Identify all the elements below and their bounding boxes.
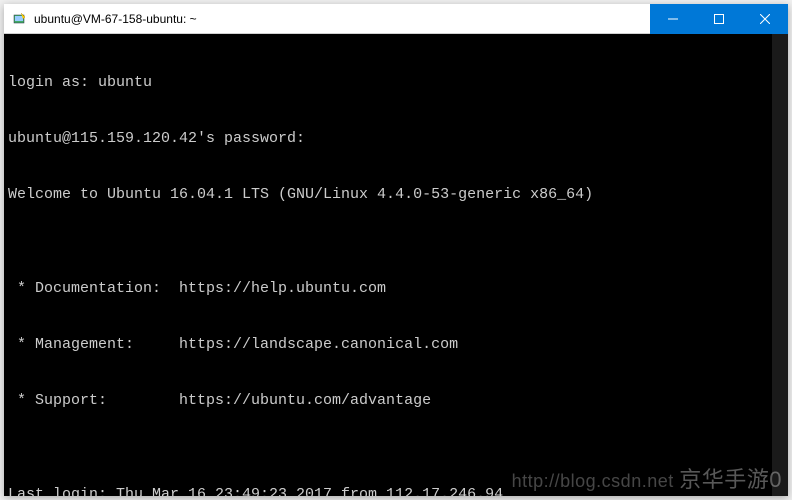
- titlebar[interactable]: ubuntu@VM-67-158-ubuntu: ~: [4, 4, 788, 34]
- close-button[interactable]: [742, 4, 788, 34]
- terminal-line: Welcome to Ubuntu 16.04.1 LTS (GNU/Linux…: [8, 186, 784, 205]
- window-controls: [650, 4, 788, 33]
- minimize-button[interactable]: [650, 4, 696, 34]
- window-title: ubuntu@VM-67-158-ubuntu: ~: [34, 12, 650, 26]
- terminal-line: ubuntu@115.159.120.42's password:: [8, 130, 784, 149]
- maximize-button[interactable]: [696, 4, 742, 34]
- terminal-line: login as: ubuntu: [8, 74, 784, 93]
- terminal-window: ubuntu@VM-67-158-ubuntu: ~ login as: ubu…: [4, 4, 788, 496]
- terminal-line: * Documentation: https://help.ubuntu.com: [8, 280, 784, 299]
- terminal-line: * Support: https://ubuntu.com/advantage: [8, 392, 784, 411]
- terminal-line: Last login: Thu Mar 16 23:49:23 2017 fro…: [8, 486, 784, 496]
- putty-icon: [12, 11, 28, 27]
- terminal-line: * Management: https://landscape.canonica…: [8, 336, 784, 355]
- terminal-scrollbar[interactable]: [772, 34, 788, 496]
- terminal-area[interactable]: login as: ubuntu ubuntu@115.159.120.42's…: [4, 34, 788, 496]
